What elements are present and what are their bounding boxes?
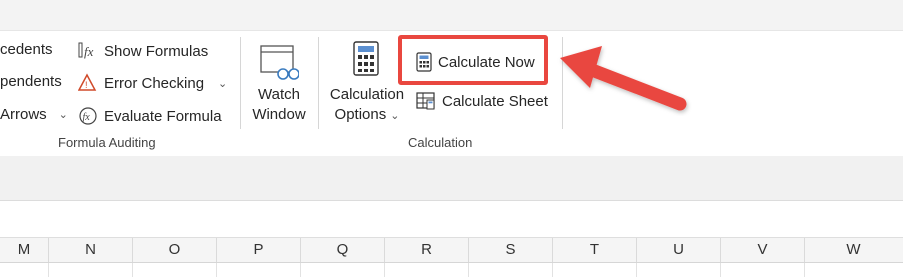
top-strip <box>0 0 903 30</box>
cell[interactable] <box>805 263 902 277</box>
cell[interactable] <box>385 263 469 277</box>
annotation-arrow-icon <box>560 46 687 111</box>
cell[interactable] <box>0 263 49 277</box>
calculation-group-label: Calculation <box>408 135 473 150</box>
show-formulas-button[interactable]: fx Show Formulas <box>78 41 208 61</box>
calculation-options-label-line1: Calculation <box>329 86 405 103</box>
trace-dependents-button[interactable]: pendents <box>0 73 62 90</box>
cell[interactable] <box>301 263 385 277</box>
formula-auditing-group-label: Formula Auditing <box>58 135 156 150</box>
calculate-sheet-label: Calculate Sheet <box>442 92 548 110</box>
calculate-now-highlight <box>398 35 548 85</box>
show-formulas-label: Show Formulas <box>104 42 209 60</box>
error-checking-label: Error Checking <box>104 74 205 92</box>
calculation-options-button[interactable]: Calculation Options ⌄ <box>326 39 408 127</box>
evaluate-formula-button[interactable]: fx Evaluate Formula <box>78 106 222 126</box>
cell[interactable] <box>721 263 805 277</box>
chevron-down-icon[interactable]: ⌄ <box>59 108 68 121</box>
calculate-sheet-button[interactable]: Calculate Sheet <box>416 91 548 111</box>
trace-precedents-label: cedents <box>0 41 53 58</box>
trace-precedents-button[interactable]: cedents <box>0 41 53 58</box>
column-header-p[interactable]: P <box>217 238 301 262</box>
calculation-options-label-line2: Options <box>334 106 387 123</box>
calculate-sheet-icon <box>416 91 436 111</box>
group-separator <box>318 37 319 129</box>
evaluate-formula-label: Evaluate Formula <box>104 107 222 125</box>
column-header-o[interactable]: O <box>133 238 217 262</box>
ribbon-collapsed-area <box>0 156 903 201</box>
column-header-v[interactable]: V <box>721 238 805 262</box>
trace-dependents-label: pendents <box>0 73 62 90</box>
watch-window-label-line1: Watch <box>258 86 300 103</box>
watch-window-button[interactable]: Watch Window <box>250 39 308 127</box>
chevron-down-icon: ⌄ <box>390 110 400 122</box>
svg-text:fx: fx <box>83 112 91 123</box>
remove-arrows-button[interactable]: Arrows ⌄ <box>0 106 68 123</box>
cell[interactable] <box>49 263 133 277</box>
column-header-m[interactable]: M <box>0 238 49 262</box>
error-checking-icon: ! <box>77 73 98 93</box>
column-header-s[interactable]: S <box>469 238 553 262</box>
cell[interactable] <box>469 263 553 277</box>
cell[interactable] <box>133 263 217 277</box>
remove-arrows-label: Arrows <box>0 106 47 123</box>
grid-row <box>0 263 903 277</box>
cell[interactable] <box>217 263 301 277</box>
error-checking-button[interactable]: ! Error Checking ⌄ <box>77 73 227 93</box>
chevron-down-icon[interactable]: ⌄ <box>218 77 227 90</box>
column-headers: M N O P Q R S T U V W <box>0 238 903 263</box>
formula-bar-area <box>0 201 903 238</box>
svg-text:!: ! <box>85 80 88 90</box>
column-header-t[interactable]: T <box>553 238 637 262</box>
evaluate-formula-icon: fx <box>78 106 98 126</box>
show-formulas-icon: fx <box>78 41 98 61</box>
watch-window-label-line2: Window <box>252 106 306 123</box>
column-header-n[interactable]: N <box>49 238 133 262</box>
column-header-w[interactable]: W <box>805 238 902 262</box>
calculator-icon <box>352 41 380 82</box>
group-separator <box>240 37 241 129</box>
cell[interactable] <box>553 263 637 277</box>
column-header-q[interactable]: Q <box>301 238 385 262</box>
watch-window-icon <box>259 44 300 87</box>
svg-text:fx: fx <box>84 44 94 59</box>
cell[interactable] <box>637 263 721 277</box>
column-header-u[interactable]: U <box>637 238 721 262</box>
column-header-r[interactable]: R <box>385 238 469 262</box>
